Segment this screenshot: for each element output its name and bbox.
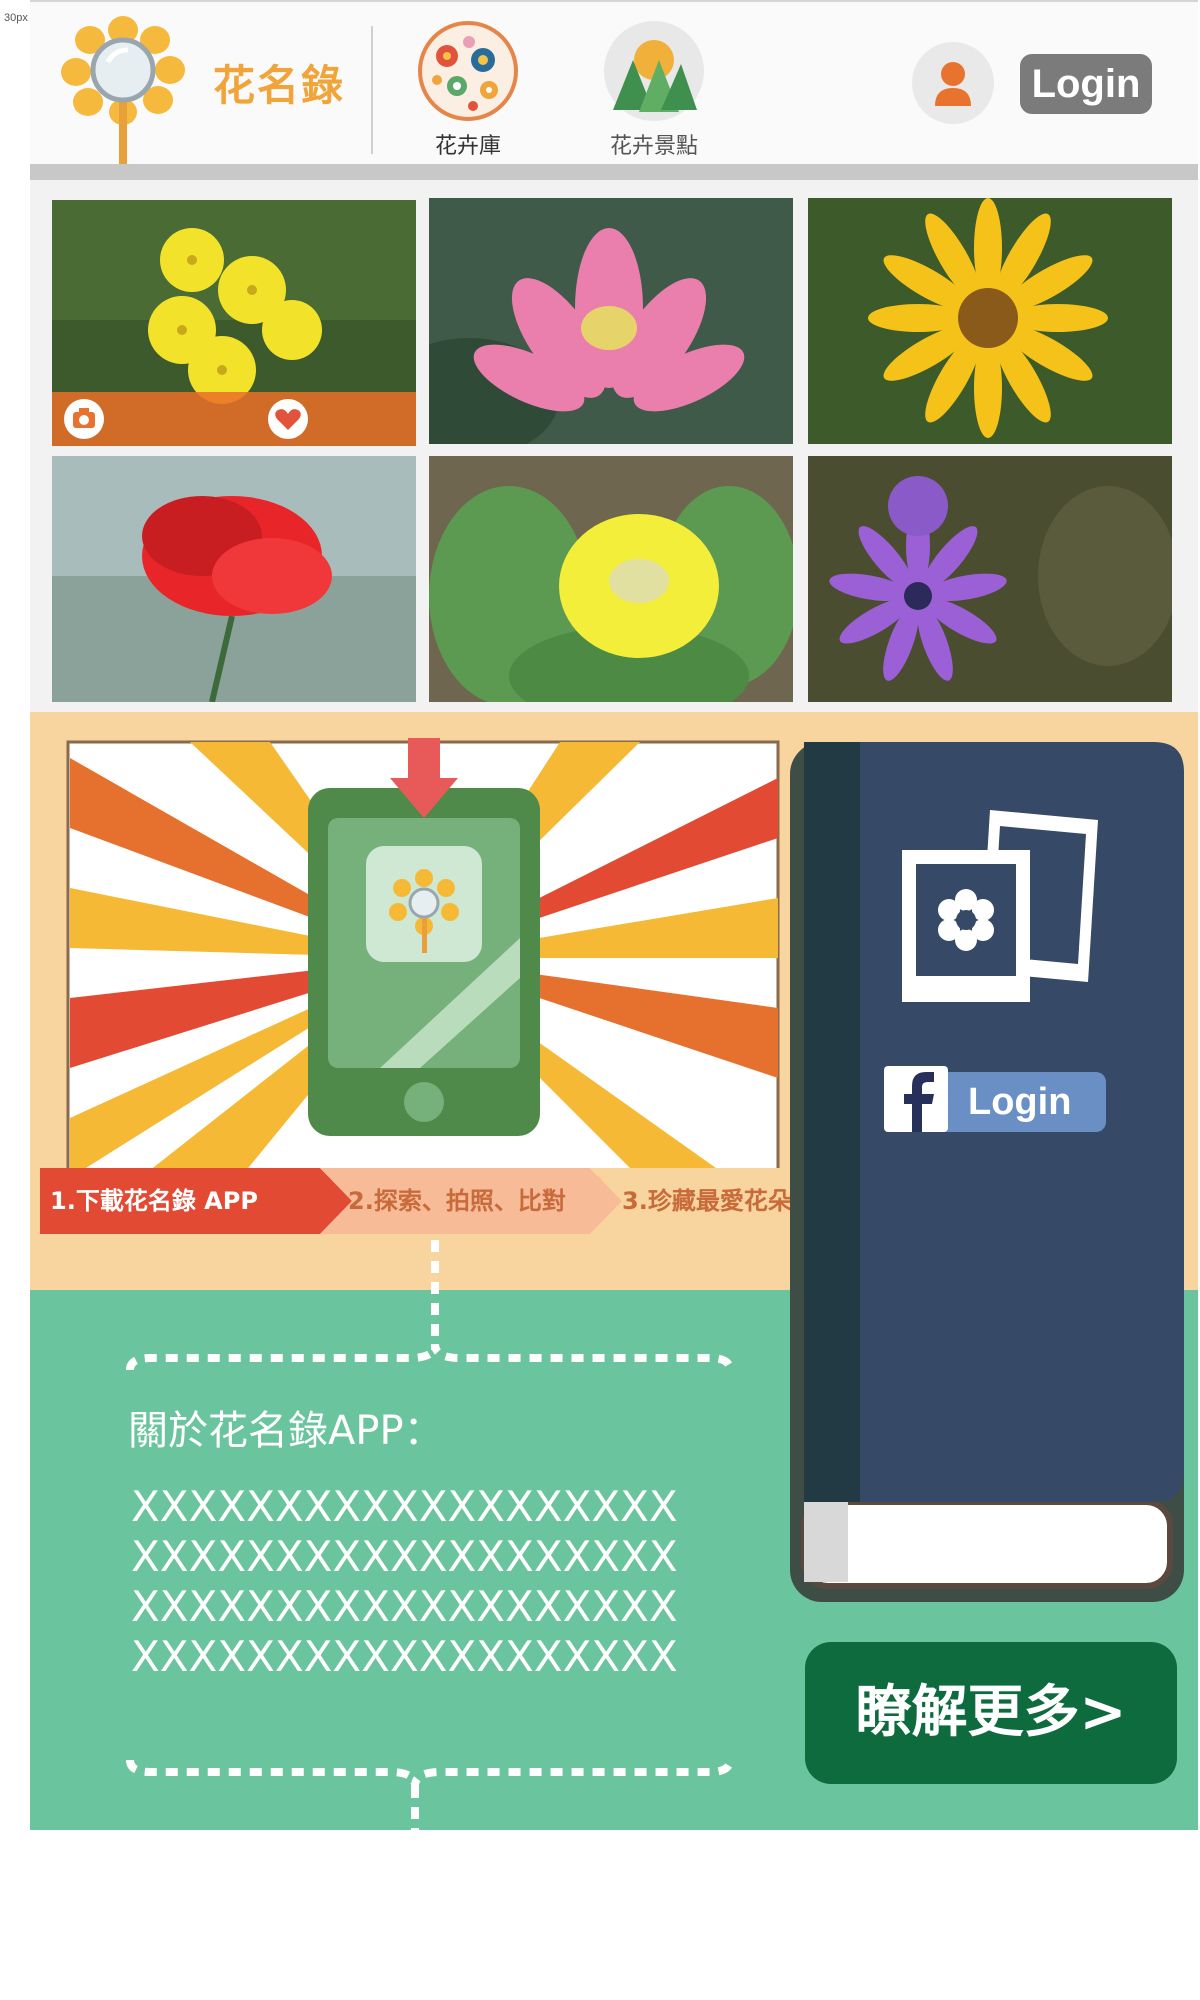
nav-label: 花卉景點 bbox=[609, 134, 698, 159]
gallery-photo-1[interactable] bbox=[52, 200, 416, 446]
gallery-photo-3[interactable] bbox=[808, 198, 1172, 444]
about-line: XXXXXXXXXXXXXXXXXXX bbox=[131, 1632, 678, 1681]
photo-action-bar bbox=[52, 392, 416, 446]
header-divider bbox=[371, 26, 373, 154]
flower-pattern-icon bbox=[418, 21, 518, 121]
purple-daisy-image bbox=[808, 456, 1172, 702]
nav-flower-spots[interactable]: 花卉景點 bbox=[599, 20, 709, 160]
flower-gallery bbox=[30, 180, 1198, 712]
about-line: XXXXXXXXXXXXXXXXXXX bbox=[131, 1582, 678, 1631]
nav-label: 花卉庫 bbox=[434, 134, 501, 159]
lotus-image bbox=[429, 198, 793, 444]
brand-name[interactable]: 花名錄 bbox=[213, 52, 345, 113]
step-2-label[interactable]: 2.探索、拍照、比對 bbox=[348, 1168, 566, 1234]
user-account-button[interactable] bbox=[912, 42, 994, 124]
heart-icon[interactable] bbox=[268, 399, 308, 439]
camera-icon[interactable] bbox=[64, 399, 104, 439]
facebook-login-label: Login bbox=[968, 1081, 1072, 1123]
yellow-daisy-image bbox=[808, 198, 1172, 444]
about-body: XXXXXXXXXXXXXXXXXXX XXXXXXXXXXXXXXXXXXX … bbox=[131, 1482, 731, 1682]
cactus-flower-image bbox=[429, 456, 793, 702]
facebook-icon bbox=[884, 1066, 948, 1132]
about-line: XXXXXXXXXXXXXXXXXXX bbox=[131, 1482, 678, 1531]
login-button[interactable]: Login bbox=[1020, 54, 1152, 114]
gallery-photo-6[interactable] bbox=[808, 456, 1172, 702]
gallery-photo-2[interactable] bbox=[429, 198, 793, 444]
learn-more-button[interactable]: 瞭解更多> bbox=[805, 1642, 1177, 1784]
about-line: XXXXXXXXXXXXXXXXXXX bbox=[131, 1532, 678, 1581]
step-3-label[interactable]: 3.珍藏最愛花朵 bbox=[622, 1168, 792, 1234]
nav-flower-library[interactable]: 花卉庫 bbox=[413, 20, 523, 160]
download-illustration bbox=[66, 738, 780, 1180]
red-rose-image bbox=[52, 456, 416, 702]
step-1-label[interactable]: 1.下載花名錄 APP bbox=[50, 1168, 258, 1234]
app-frame: 花名錄 花卉庫 花卉景點 Login 1.下載花名錄 APP 2.探索、拍照、比… bbox=[30, 0, 1198, 1849]
landscape-icon bbox=[604, 21, 704, 121]
sunflower-logo-icon[interactable] bbox=[50, 10, 200, 170]
gallery-photo-4[interactable] bbox=[52, 456, 416, 702]
header-underline bbox=[30, 164, 1198, 180]
about-title: 關於花名錄APP： bbox=[128, 1408, 444, 1454]
top-header: 花名錄 花卉庫 花卉景點 Login bbox=[30, 0, 1198, 170]
user-icon bbox=[935, 62, 971, 106]
photo-frame-icon bbox=[902, 810, 1098, 1002]
facebook-login-button[interactable]: Login bbox=[884, 1066, 1106, 1132]
dimension-note: 30px bbox=[4, 12, 28, 24]
gallery-photo-5[interactable] bbox=[429, 456, 793, 702]
